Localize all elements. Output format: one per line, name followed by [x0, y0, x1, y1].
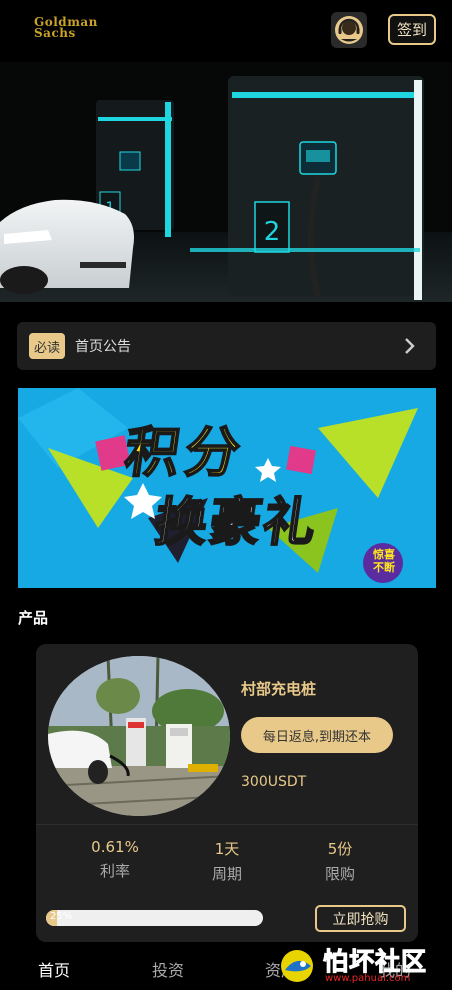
svg-text:2: 2 [264, 217, 281, 247]
promo-sticker: 惊喜不断 [373, 548, 395, 574]
watermark-url: www.pahuai.com [325, 973, 411, 984]
promo-banner[interactable]: 积分 换豪礼 惊喜不断 [18, 388, 436, 588]
logo: Goldman Sachs [34, 16, 134, 40]
checkin-button[interactable]: 签到 [388, 14, 436, 45]
logo-line-2: Sachs [34, 26, 76, 40]
charging-station-illustration: 1 2 [0, 62, 452, 302]
charger-photo [48, 656, 230, 816]
app-header: Goldman Sachs 签到 [0, 0, 452, 62]
progress-bar: 25% [46, 910, 263, 926]
product-price: 300USDT [241, 774, 307, 790]
progress-text: 25% [50, 911, 73, 922]
buy-now-button[interactable]: 立即抢购 [315, 905, 406, 932]
card-divider [36, 824, 418, 825]
watermark: 怕坏社区 www.pahuai.com [275, 940, 450, 990]
products-section-title: 产品 [18, 609, 49, 627]
product-name: 村部充电桩 [241, 680, 317, 698]
product-image [48, 656, 230, 816]
hero-banner: 1 2 [0, 62, 452, 302]
stat-rate-value: 0.61% [91, 838, 139, 856]
product-card[interactable]: 村部充电桩 每日返息,到期还本 300USDT 0.61% 利率 1天 周期 5… [36, 644, 418, 942]
stat-period-value: 1天 [214, 840, 240, 858]
support-button[interactable] [331, 12, 367, 48]
stat-rate-label: 利率 [99, 862, 130, 880]
must-read-badge: 必读 [29, 333, 65, 359]
stat-rate: 0.61% 利率 [55, 838, 175, 881]
promo-title-line-2: 换豪礼 [150, 492, 322, 554]
chevron-right-icon [405, 338, 415, 354]
announcement-text: 首页公告 [75, 339, 131, 355]
stat-period: 1天 周期 [167, 838, 287, 884]
nav-home[interactable]: 首页 [38, 957, 70, 981]
promo-title-line-1: 积分 [120, 420, 251, 485]
stat-limit: 5份 限购 [280, 838, 400, 884]
stat-limit-label: 限购 [324, 865, 355, 883]
headset-icon [335, 16, 363, 44]
stat-period-label: 周期 [211, 865, 242, 883]
announcement-bar[interactable]: 必读 首页公告 [17, 322, 436, 370]
product-tag: 每日返息,到期还本 [241, 717, 393, 753]
stat-limit-value: 5份 [327, 840, 353, 858]
nav-invest[interactable]: 投资 [152, 957, 184, 981]
